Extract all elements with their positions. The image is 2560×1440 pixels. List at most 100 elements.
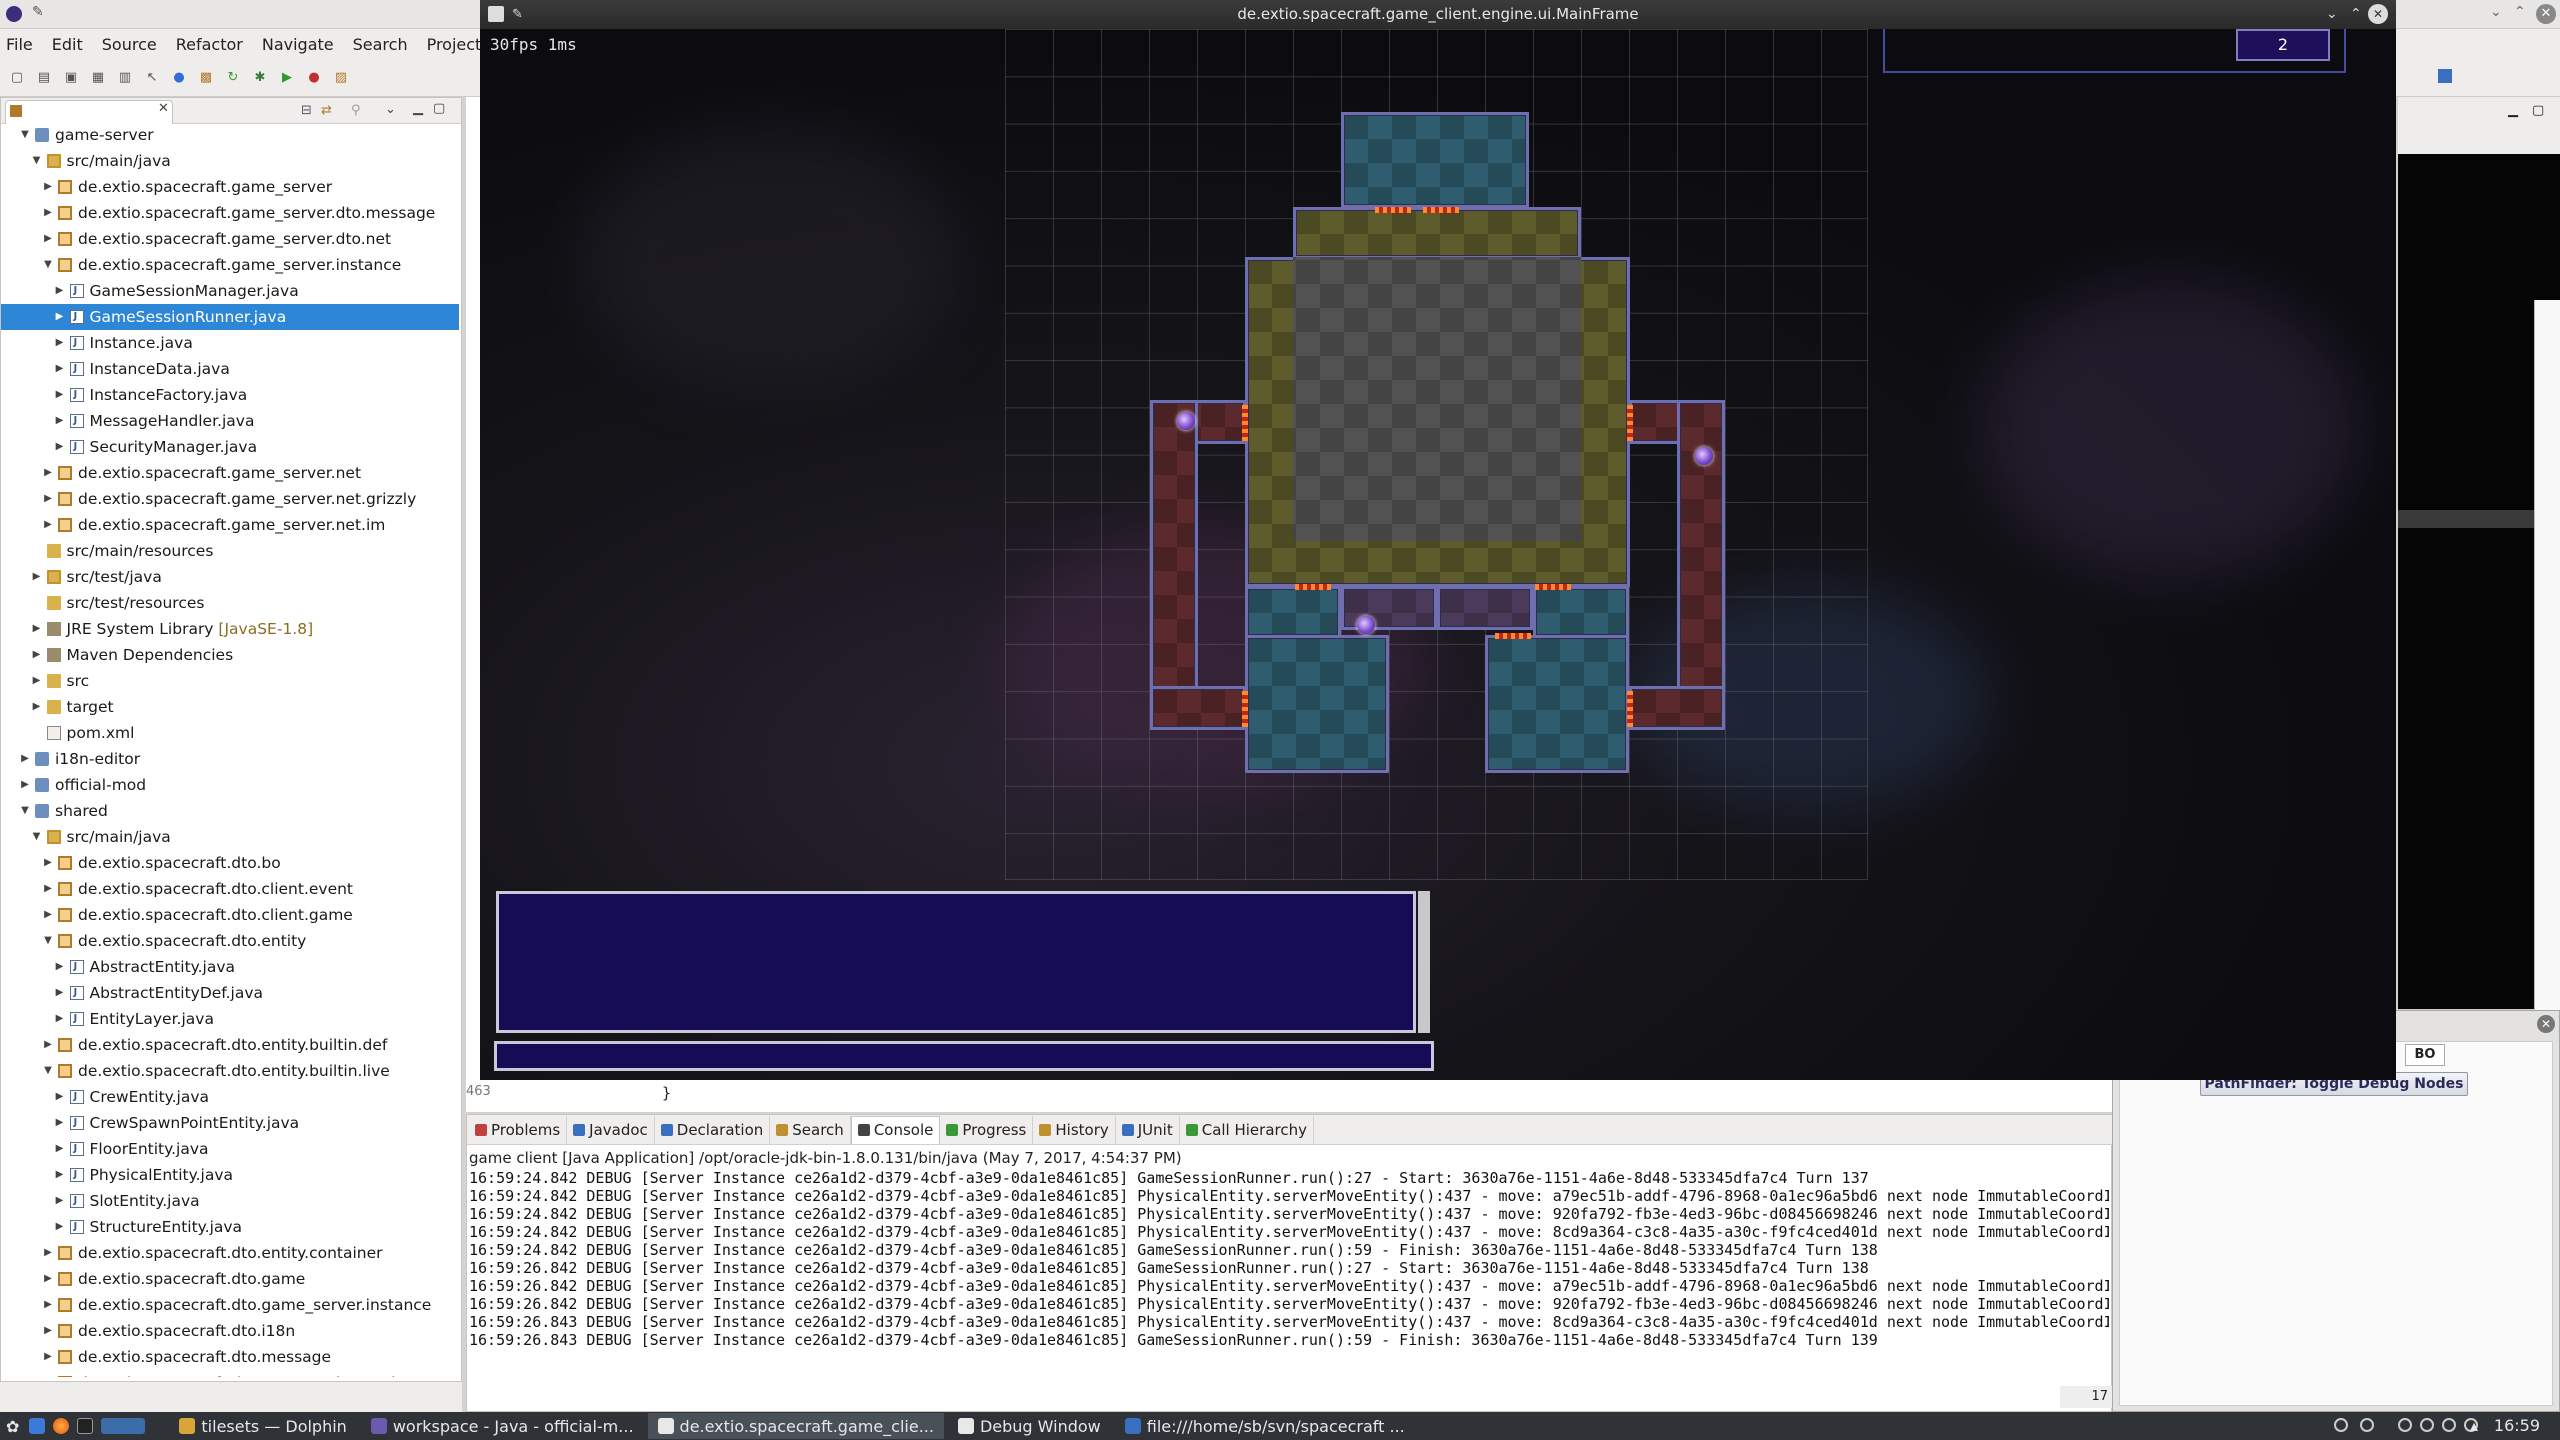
maximize-icon[interactable]: ⌃: [2514, 4, 2526, 20]
tree-item[interactable]: ▶ src: [1, 668, 459, 694]
collapsed-twistie-icon[interactable]: ▶: [31, 616, 43, 642]
tree-item[interactable]: ▶ de.extio.spacecraft.dto.message: [1, 1344, 459, 1370]
tree-item[interactable]: ▼ src/main/java: [1, 148, 459, 174]
pin-icon[interactable]: ✎: [32, 4, 44, 20]
tree-item[interactable]: ▶ de.extio.spacecraft.dto.client.game: [1, 902, 459, 928]
tree-item[interactable]: ▶ CrewEntity.java: [1, 1084, 459, 1110]
tree-item[interactable]: ▶ GameSessionRunner.java: [1, 304, 459, 330]
menu-refactor[interactable]: Refactor: [176, 35, 243, 54]
save-all-icon[interactable]: ▦: [89, 69, 107, 87]
tree-item[interactable]: ▶ de.extio.spacecraft.game_server.net: [1, 460, 459, 486]
tray-expand-icon[interactable]: ▴: [2470, 1416, 2478, 1435]
collapsed-twistie-icon[interactable]: ▶: [42, 1032, 54, 1058]
tree-item[interactable]: ▼ src/main/java: [1, 824, 459, 850]
tree-item[interactable]: ▶ de.extio.spacecraft.game_server.net.im: [1, 512, 459, 538]
tab-history[interactable]: History: [1033, 1115, 1116, 1144]
ship-door[interactable]: [1627, 405, 1633, 441]
terminal-icon[interactable]: [77, 1418, 94, 1434]
tree-item[interactable]: ▶ AbstractEntityDef.java: [1, 980, 459, 1006]
tree-item[interactable]: ▶ GameSessionManager.java: [1, 278, 459, 304]
perspective-icon[interactable]: [2438, 69, 2452, 83]
collapsed-twistie-icon[interactable]: ▶: [19, 772, 31, 798]
tree-item[interactable]: ▶ EntityLayer.java: [1, 1006, 459, 1032]
tree-item[interactable]: ▶ PhysicalEntity.java: [1, 1162, 459, 1188]
ship-door[interactable]: [1495, 633, 1531, 639]
collapsed-twistie-icon[interactable]: ▶: [42, 1318, 54, 1344]
tree-item[interactable]: ▶ CrewSpawnPointEntity.java: [1, 1110, 459, 1136]
menu-edit[interactable]: Edit: [52, 35, 83, 54]
menu-navigate[interactable]: Navigate: [262, 35, 334, 54]
taskbar-task[interactable]: Debug Window: [948, 1413, 1111, 1439]
menu-file[interactable]: File: [6, 35, 33, 54]
collapsed-twistie-icon[interactable]: ▶: [54, 1084, 66, 1110]
collapsed-twistie-icon[interactable]: ▶: [42, 486, 54, 512]
print-icon[interactable]: ▥: [116, 69, 134, 87]
collapsed-twistie-icon[interactable]: ▶: [54, 1136, 66, 1162]
tree-item[interactable]: ▶ de.extio.spacecraft.dto.entity.builtin.…: [1, 1032, 459, 1058]
tree-item[interactable]: pom.xml: [1, 720, 459, 746]
menu-project[interactable]: Project: [427, 35, 482, 54]
ship-room[interactable]: [1293, 207, 1581, 259]
ship-room[interactable]: [1245, 635, 1389, 773]
tree-item[interactable]: ▼ game-server: [1, 122, 459, 148]
crew-member[interactable]: [1177, 412, 1195, 430]
collapsed-twistie-icon[interactable]: ▶: [54, 382, 66, 408]
chat-scrollbar[interactable]: [1418, 891, 1430, 1033]
clipboard-icon[interactable]: [2360, 1418, 2374, 1432]
network-icon[interactable]: [2334, 1418, 2348, 1432]
collapsed-twistie-icon[interactable]: ▶: [54, 1162, 66, 1188]
volume-icon[interactable]: [2398, 1418, 2412, 1432]
minimize-icon[interactable]: ⌄: [2490, 4, 2502, 20]
tab-declaration[interactable]: Declaration: [655, 1115, 771, 1144]
ship-room[interactable]: [1150, 400, 1198, 730]
collapse-all-icon[interactable]: ⊟: [301, 103, 312, 118]
file-manager-icon[interactable]: [29, 1418, 46, 1434]
game-viewport[interactable]: 30fps 1ms 2: [480, 29, 2396, 1080]
collapsed-twistie-icon[interactable]: ▶: [42, 512, 54, 538]
expanded-twistie-icon[interactable]: ▼: [31, 824, 43, 850]
collapsed-twistie-icon[interactable]: ▶: [54, 1214, 66, 1240]
collapsed-twistie-icon[interactable]: ▶: [42, 876, 54, 902]
menu-source[interactable]: Source: [102, 35, 157, 54]
collapsed-twistie-icon[interactable]: ▶: [42, 174, 54, 200]
tree-item[interactable]: ▶ i18n-editor: [1, 746, 459, 772]
tree-item[interactable]: ▶ SecurityManager.java: [1, 434, 459, 460]
chat-input[interactable]: [494, 1041, 1434, 1071]
ship-room[interactable]: [1341, 112, 1529, 208]
tree-item[interactable]: ▶ src/test/java: [1, 564, 459, 590]
tree-item[interactable]: ▶ de.extio.spacecraft.dto.entity.containe…: [1, 1240, 459, 1266]
external-tools-icon[interactable]: ●: [305, 69, 323, 87]
ship-door[interactable]: [1535, 584, 1571, 590]
tree-item[interactable]: ▶ AbstractEntity.java: [1, 954, 459, 980]
ship-room[interactable]: [1150, 686, 1246, 730]
collapsed-twistie-icon[interactable]: ▶: [54, 304, 66, 330]
tree-item[interactable]: ▶ FloorEntity.java: [1, 1136, 459, 1162]
ship-room[interactable]: [1533, 586, 1629, 638]
ship-door[interactable]: [1375, 207, 1411, 213]
tab-progress[interactable]: Progress: [940, 1115, 1034, 1144]
ship-room[interactable]: [1629, 686, 1725, 730]
collapsed-twistie-icon[interactable]: ▶: [54, 980, 66, 1006]
tree-item[interactable]: ▶ de.extio.spacecraft.game_server: [1, 174, 459, 200]
cursor-icon[interactable]: ↖: [143, 69, 161, 87]
tree-item[interactable]: src/test/resources: [1, 590, 459, 616]
maximize-view-icon[interactable]: ▢: [433, 101, 445, 116]
close-icon[interactable]: ✕: [2536, 4, 2556, 24]
game-maximize-icon[interactable]: ⌃: [2350, 0, 2362, 29]
ship-room[interactable]: [1437, 586, 1533, 630]
crew-member[interactable]: [1695, 447, 1713, 465]
tree-item[interactable]: ▶ de.extio.spacecraft.game_server.dto.mes…: [1, 200, 459, 226]
media-icon[interactable]: [2420, 1418, 2434, 1432]
tab-search[interactable]: Search: [770, 1115, 851, 1144]
view-menu-icon[interactable]: ⌄: [385, 102, 396, 117]
game-pin-icon[interactable]: ✎: [512, 0, 523, 29]
link-editor-icon[interactable]: ⇄: [321, 103, 332, 118]
collapsed-twistie-icon[interactable]: ▶: [42, 200, 54, 226]
collapsed-twistie-icon[interactable]: ▶: [42, 1240, 54, 1266]
tree-item[interactable]: ▶ InstanceData.java: [1, 356, 459, 382]
collapsed-twistie-icon[interactable]: ▶: [42, 1266, 54, 1292]
run-icon[interactable]: ▶: [278, 69, 296, 87]
tab-junit[interactable]: JUnit: [1116, 1115, 1180, 1144]
package-icon[interactable]: ▩: [197, 69, 215, 87]
tree-item[interactable]: ▼ de.extio.spacecraft.dto.entity: [1, 928, 459, 954]
